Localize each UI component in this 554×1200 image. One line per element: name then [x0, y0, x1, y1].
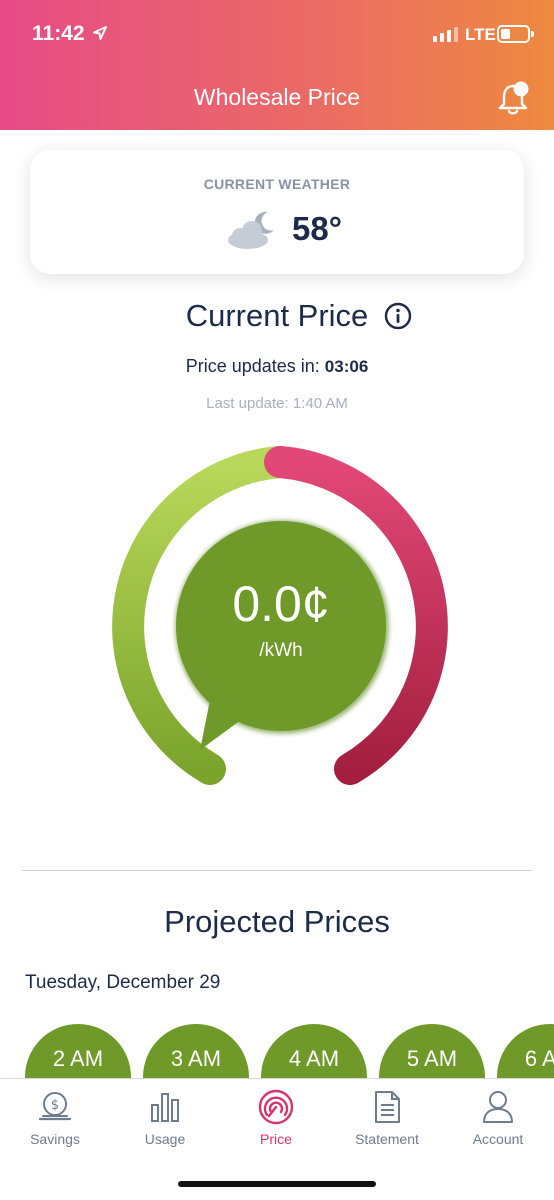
- hour-chip[interactable]: 3 AM: [143, 1024, 249, 1080]
- location-arrow-icon: [93, 26, 107, 40]
- section-divider: [22, 870, 532, 871]
- projected-prices-title: Projected Prices: [164, 904, 390, 939]
- info-icon[interactable]: [384, 302, 412, 330]
- current-price-title: Current Price: [185, 298, 369, 333]
- hour-chips: 2 AM 3 AM 4 AM 5 AM 6 AM: [0, 1024, 554, 1080]
- app-header: 11:42 LTE Wholesale Price: [0, 0, 554, 130]
- tab-label: Statement: [355, 1131, 419, 1147]
- user-icon: [483, 1091, 513, 1123]
- bar-chart-icon: [151, 1093, 179, 1122]
- tab-usage[interactable]: Usage: [110, 1079, 220, 1169]
- network-type: LTE: [465, 25, 496, 44]
- page-title: Wholesale Price: [193, 84, 361, 110]
- price-unit: /kWh: [259, 640, 303, 661]
- hour-chip[interactable]: 2 AM: [25, 1024, 131, 1080]
- hour-chip[interactable]: 5 AM: [379, 1024, 485, 1080]
- price-updates-line: Price updates in: 03:06: [0, 356, 554, 377]
- tab-label: Price: [260, 1131, 292, 1147]
- svg-text:$: $: [51, 1098, 59, 1113]
- status-time: 11:42: [32, 22, 85, 45]
- weather-card: CURRENT WEATHER 58°: [30, 150, 524, 274]
- hour-chip[interactable]: 6 AM: [497, 1024, 554, 1080]
- home-indicator: [178, 1181, 376, 1187]
- weather-label: CURRENT WEATHER: [203, 176, 351, 192]
- last-update: Last update: 1:40 AM: [206, 395, 348, 412]
- tab-savings[interactable]: $ Savings: [0, 1079, 110, 1169]
- price-updates-label: Price updates in:: [185, 356, 320, 376]
- notification-bell-icon[interactable]: [495, 80, 533, 118]
- tab-label: Savings: [30, 1131, 80, 1147]
- battery-icon: [497, 25, 534, 43]
- price-value: 0.0¢: [232, 576, 330, 632]
- projected-date: Tuesday, December 29: [25, 972, 221, 993]
- weather-temperature: 58°: [292, 210, 342, 247]
- hour-chip[interactable]: 4 AM: [261, 1024, 367, 1080]
- tab-label: Usage: [144, 1131, 186, 1147]
- price-countdown: 03:06: [324, 357, 369, 376]
- price-gauge-icon: [258, 1089, 294, 1125]
- cellular-signal-icon: [433, 26, 458, 42]
- tab-price[interactable]: Price: [221, 1079, 331, 1169]
- tab-label: Account: [472, 1131, 524, 1147]
- tab-statement[interactable]: Statement: [332, 1079, 442, 1169]
- cloud-moon-icon: [228, 211, 274, 249]
- tab-account[interactable]: Account: [443, 1079, 553, 1169]
- savings-icon: $: [38, 1092, 72, 1121]
- document-icon: [375, 1091, 400, 1123]
